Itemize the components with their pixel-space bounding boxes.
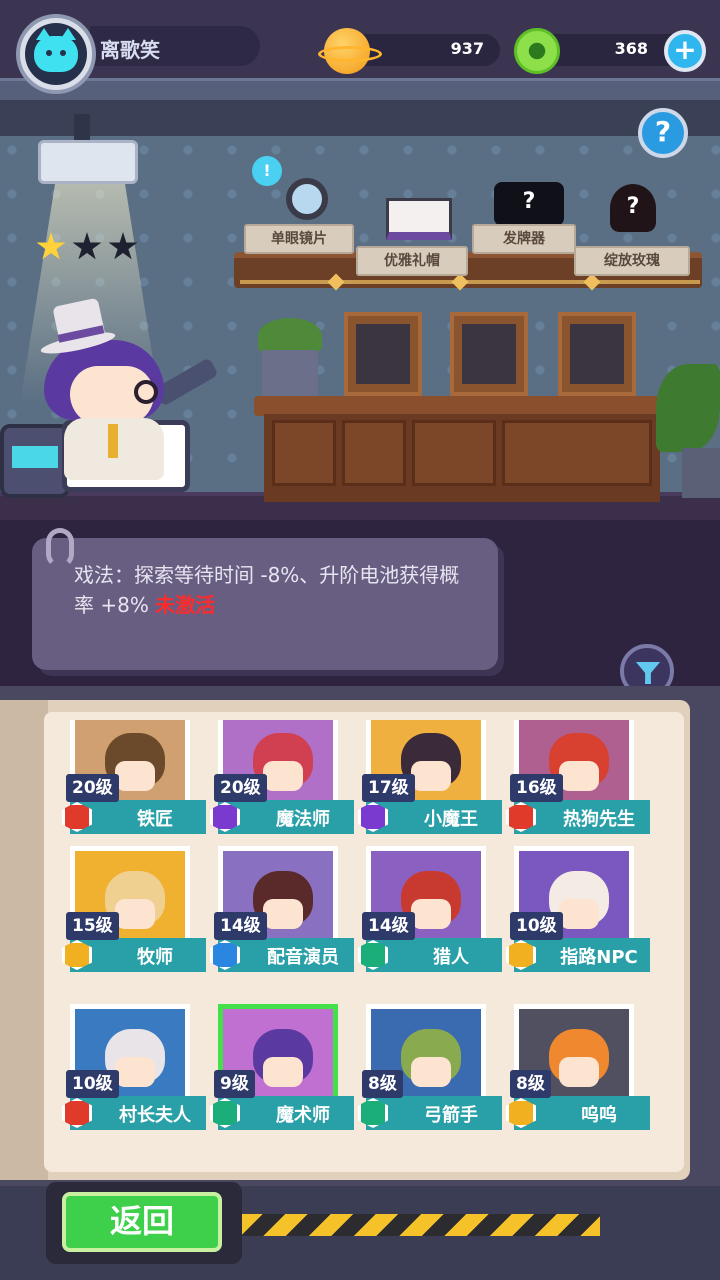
character-name: 指路NPC <box>560 947 638 968</box>
prop-label-dealer[interactable]: 发牌器 <box>472 224 576 254</box>
character-level: 8级 <box>510 1070 551 1098</box>
player-avatar[interactable] <box>16 14 96 94</box>
character-card[interactable]: 呜呜 8级 <box>504 1004 650 1144</box>
green-coin-icon <box>514 28 560 74</box>
star-icon-filled <box>36 232 66 260</box>
character-card[interactable]: 猎人 14级 <box>356 846 502 986</box>
character-grid: 铁匠 20级 魔法师 20级 小魔王 17级 热狗先生 16级 牧师 15级 配音演员 14级 猎人 14… <box>60 720 660 1150</box>
magnifier-icon[interactable] <box>286 178 328 220</box>
photo-frame <box>558 312 636 396</box>
prop-label-rose[interactable]: 绽放玫瑰 <box>574 246 690 276</box>
prop-label-monocle[interactable]: 单眼镜片 <box>244 224 354 254</box>
character-name: 弓箭手 <box>424 1105 478 1126</box>
character-level: 9级 <box>214 1070 255 1098</box>
character-level: 8级 <box>362 1070 403 1098</box>
character-level: 14级 <box>214 912 267 940</box>
character-card[interactable]: 弓箭手 8级 <box>356 1004 502 1144</box>
back-button[interactable]: 返回 <box>62 1192 222 1252</box>
character-name: 魔法师 <box>276 809 330 830</box>
player-name: 离歌笑 <box>100 38 160 62</box>
ceiling-lamp <box>38 140 138 184</box>
character-name: 小魔王 <box>424 809 478 830</box>
character-card[interactable]: 村长夫人 10级 <box>60 1004 206 1144</box>
skill-text: 戏法：探索等待时间 -8%、升阶电池获得概率 +8% <box>74 563 460 617</box>
character-name: 呜呜 <box>581 1105 617 1126</box>
character-level: 17级 <box>362 774 415 802</box>
character-card[interactable]: 小魔王 17级 <box>356 720 502 848</box>
character-level: 14级 <box>362 912 415 940</box>
gold-coin-icon <box>318 28 382 74</box>
character-name: 配音演员 <box>267 947 339 968</box>
character-level: 16级 <box>510 774 563 802</box>
character-name: 猎人 <box>433 947 469 968</box>
cat-avatar-icon <box>34 28 78 72</box>
character-name: 热狗先生 <box>563 809 635 830</box>
add-currency-button[interactable]: + <box>664 30 706 72</box>
character-name: 牧师 <box>137 947 173 968</box>
skill-status: 未激活 <box>155 593 216 617</box>
character-card[interactable]: 铁匠 20级 <box>60 720 206 848</box>
gold-value: 937 <box>450 39 484 58</box>
photo-frame <box>344 312 422 396</box>
desk <box>254 396 670 416</box>
character-card[interactable]: 魔术师 9级 <box>208 1004 354 1144</box>
character-name: 村长夫人 <box>119 1105 191 1126</box>
character-card[interactable]: 魔法师 20级 <box>208 720 354 848</box>
top-hat-icon[interactable] <box>386 198 452 240</box>
paperclip-icon <box>46 528 74 568</box>
magician-character <box>39 297 190 500</box>
character-card[interactable]: 配音演员 14级 <box>208 846 354 986</box>
character-card[interactable]: 热狗先生 16级 <box>504 720 650 848</box>
monocle-icon <box>134 380 158 404</box>
character-name: 魔术师 <box>276 1105 330 1126</box>
filter-icon <box>636 662 660 684</box>
top-rail <box>0 78 720 100</box>
character-level: 15级 <box>66 912 119 940</box>
gem-value: 368 <box>614 39 648 58</box>
character-level: 10级 <box>510 912 563 940</box>
help-button[interactable]: ? <box>638 108 688 158</box>
notice-icon: ! <box>252 156 282 186</box>
character-level: 20级 <box>66 774 119 802</box>
skill-description: 戏法：探索等待时间 -8%、升阶电池获得概率 +8% 未激活 <box>74 560 474 620</box>
unknown-item-icon[interactable]: ? <box>494 182 564 226</box>
star-rating <box>36 232 138 262</box>
star-icon-empty <box>108 232 138 260</box>
character-level: 10级 <box>66 1070 119 1098</box>
prop-label-top-hat[interactable]: 优雅礼帽 <box>356 246 468 276</box>
character-name: 铁匠 <box>137 809 173 830</box>
unknown-rose-icon[interactable]: ? <box>610 184 656 232</box>
character-card[interactable]: 牧师 15级 <box>60 846 206 986</box>
star-icon-empty <box>72 232 102 260</box>
character-level: 20级 <box>214 774 267 802</box>
photo-frame <box>450 312 528 396</box>
character-card[interactable]: 指路NPC 10级 <box>504 846 650 986</box>
